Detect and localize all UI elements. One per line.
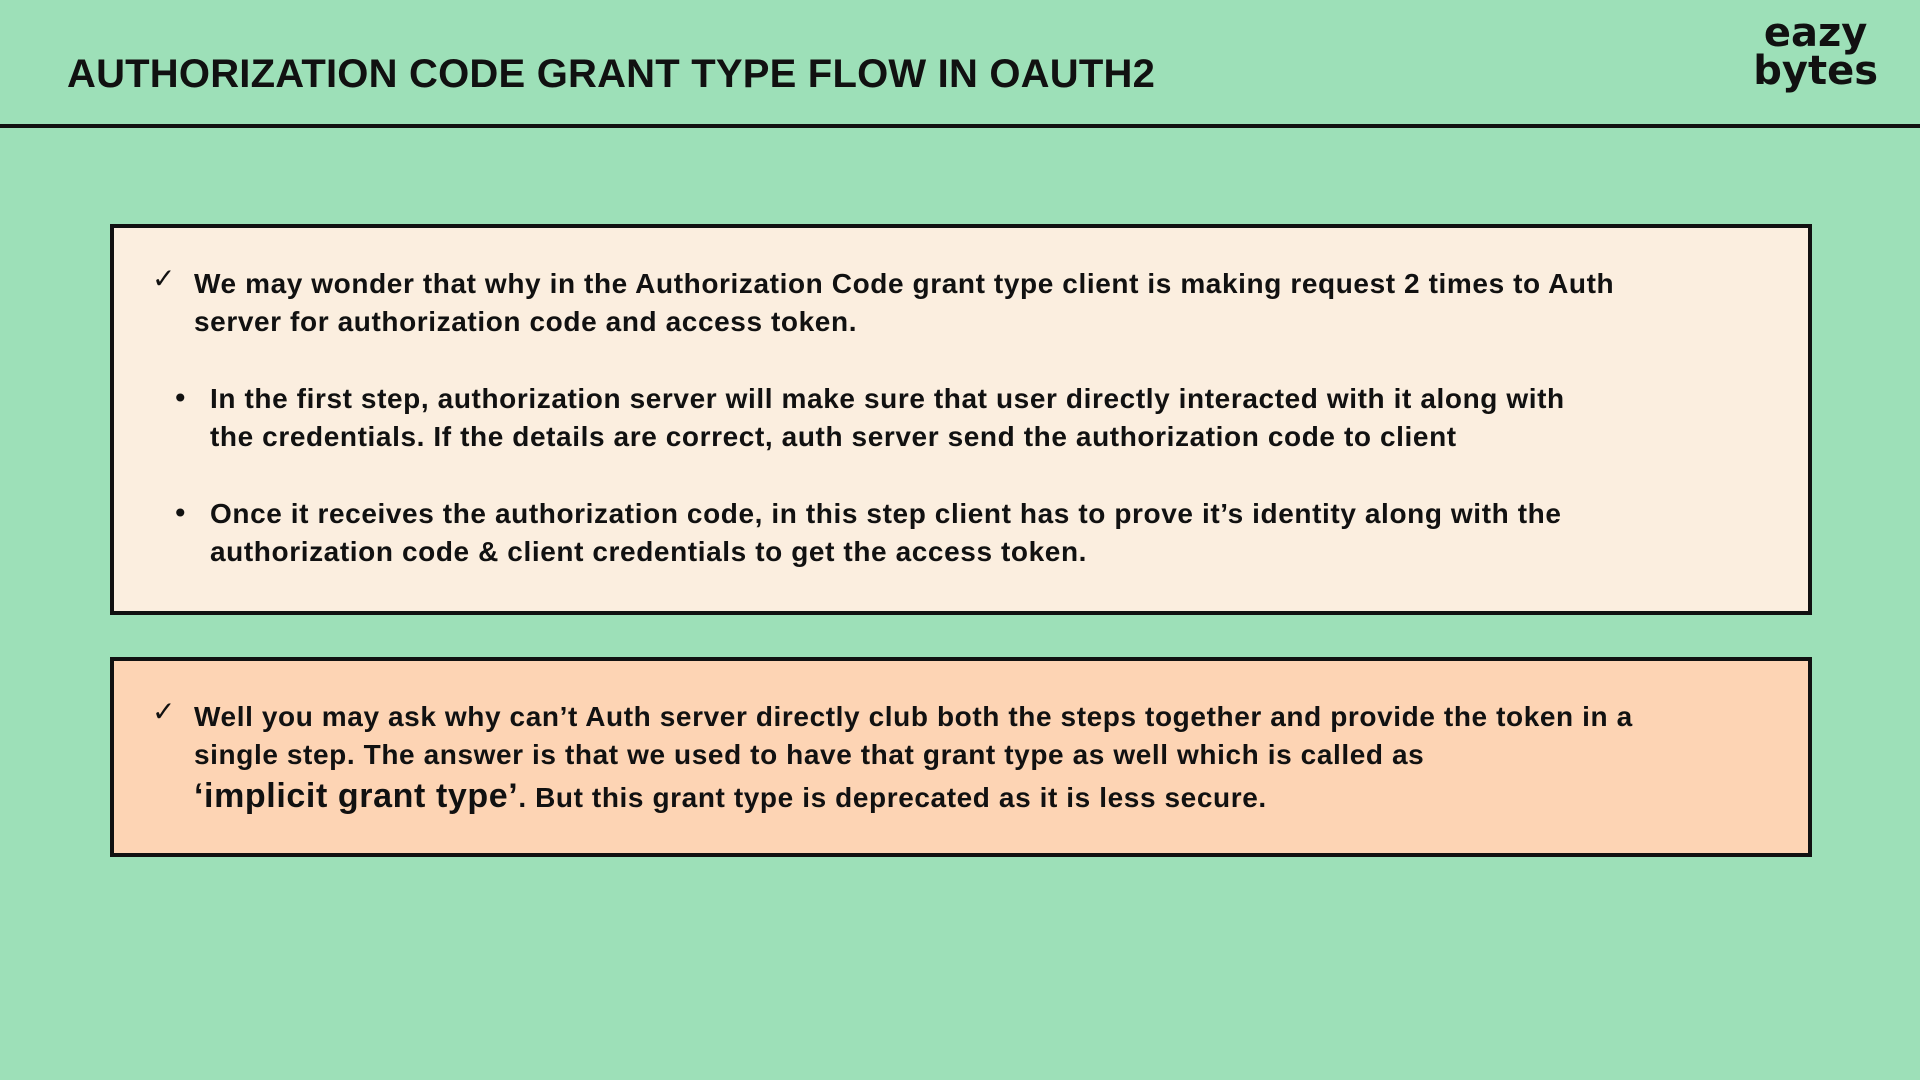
checkmark-icon: ✓ [152,695,176,728]
slide-title: AUTHORIZATION CODE GRANT TYPE FLOW IN OA… [67,52,1156,96]
implicit-line-1: Well you may ask why can’t Auth server d… [194,701,1633,732]
bullet-paragraph-1: In the first step, authorization server … [210,380,1565,456]
bullet2-line-2: authorization code & client credentials … [210,536,1088,567]
bullet2-line-1: Once it receives the authorization code,… [210,498,1562,529]
implicit-line-3-rest: . But this grant type is deprecated as i… [518,782,1267,813]
slide-header: AUTHORIZATION CODE GRANT TYPE FLOW IN OA… [0,0,1920,128]
explanation-box: ✓ We may wonder that why in the Authoriz… [110,224,1812,615]
bullet-icon: • [172,382,189,415]
check-text-line-1: We may wonder that why in the Authorizat… [194,268,1615,299]
bullet1-line-2: the credentials. If the details are corr… [210,421,1457,452]
logo-line-1: eazy [1763,10,1868,56]
bullet1-line-1: In the first step, authorization server … [210,383,1565,414]
implicit-grant-box: ✓ Well you may ask why can’t Auth server… [110,657,1812,857]
check-paragraph: We may wonder that why in the Authorizat… [194,265,1614,341]
eazybytes-logo: eazy bytes [1753,10,1878,94]
logo-line-2: bytes [1753,48,1878,94]
implicit-line-3: ‘implicit grant type’. But this grant ty… [194,774,1633,820]
bullet-icon: • [172,497,189,530]
checkmark-icon: ✓ [152,262,176,295]
check-text-line-2: server for authorization code and access… [194,306,858,337]
implicit-paragraph: Well you may ask why can’t Auth server d… [194,698,1633,820]
implicit-line-2: single step. The answer is that we used … [194,739,1425,770]
bullet-paragraph-2: Once it receives the authorization code,… [210,495,1562,571]
implicit-grant-term: ‘implicit grant type’ [194,777,519,815]
